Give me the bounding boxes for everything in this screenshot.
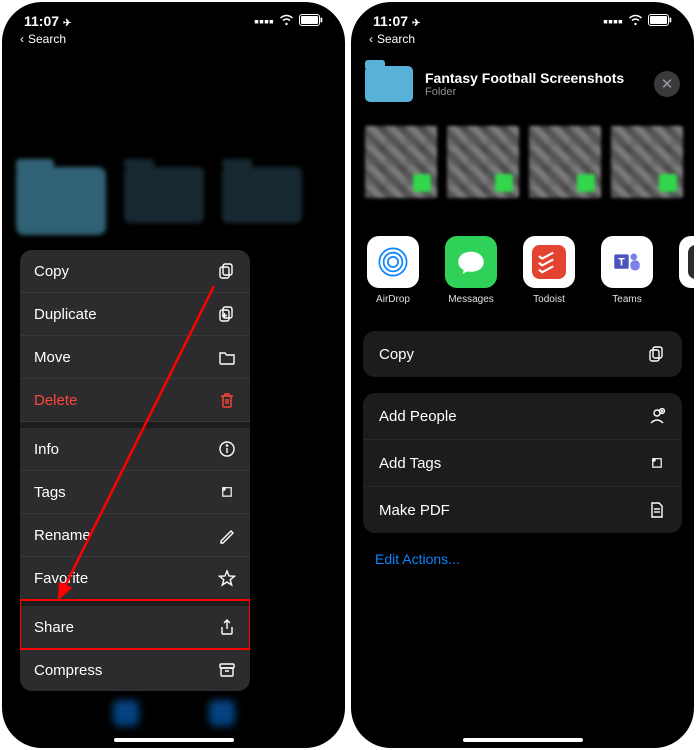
action-label: Add Tags xyxy=(379,455,441,472)
thumbnail[interactable] xyxy=(529,126,601,198)
more-icon xyxy=(679,236,694,288)
folder-icon xyxy=(124,167,204,223)
status-indicators: ▪▪▪▪ xyxy=(603,13,672,29)
signal-icon: ▪▪▪▪ xyxy=(603,13,623,29)
status-indicators: ▪▪▪▪ xyxy=(254,13,323,29)
folder-icon xyxy=(218,348,236,366)
status-time: 11:07 ✈︎ xyxy=(373,13,420,29)
ctx-favorite[interactable]: Favorite xyxy=(20,557,250,600)
ctx-label: Compress xyxy=(34,662,102,679)
ctx-label: Copy xyxy=(34,263,69,280)
wifi-icon xyxy=(628,13,643,29)
share-app-messages[interactable]: Messages xyxy=(443,236,499,305)
ctx-rename[interactable]: Rename xyxy=(20,514,250,557)
copy-icon xyxy=(218,262,236,280)
action-group-1: Copy xyxy=(363,331,682,377)
svg-text:T: T xyxy=(618,256,625,268)
addperson-icon xyxy=(648,407,666,425)
edit-actions-link[interactable]: Edit Actions... xyxy=(351,533,694,585)
teams-icon: T xyxy=(601,236,653,288)
messages-icon xyxy=(445,236,497,288)
folder-icon xyxy=(16,167,106,235)
thumbnail[interactable] xyxy=(611,126,683,198)
status-bar: 11:07 ✈︎ ▪▪▪▪ xyxy=(2,2,345,32)
ctx-info[interactable]: Info xyxy=(20,422,250,471)
copy-icon xyxy=(648,345,666,363)
folder-icon xyxy=(365,66,413,102)
ctx-label: Move xyxy=(34,349,71,366)
close-button[interactable]: ✕ xyxy=(654,71,680,97)
pencil-icon xyxy=(218,526,236,544)
thumbnail[interactable] xyxy=(365,126,437,198)
action-label: Copy xyxy=(379,346,414,363)
action-addpeople[interactable]: Add People xyxy=(363,393,682,440)
chevron-left-icon: ‹ xyxy=(20,32,24,46)
tag-icon xyxy=(648,454,666,472)
share-app-airdrop[interactable]: AirDrop xyxy=(365,236,421,305)
folder-icon xyxy=(222,167,302,223)
home-indicator xyxy=(463,738,583,742)
phone-right: 11:07 ✈︎ ▪▪▪▪ ‹Search Fantasy Football S… xyxy=(351,2,694,748)
ctx-label: Info xyxy=(34,441,59,458)
ctx-label: Tags xyxy=(34,484,66,501)
action-label: Make PDF xyxy=(379,502,450,519)
app-label: Messages xyxy=(448,294,494,305)
chevron-left-icon: ‹ xyxy=(369,32,373,46)
app-label: Teams xyxy=(612,294,641,305)
share-icon xyxy=(218,618,236,636)
app-label: Todoist xyxy=(533,294,565,305)
thumbnail-row xyxy=(351,102,694,212)
ctx-tags[interactable]: Tags xyxy=(20,471,250,514)
star-icon xyxy=(218,569,236,587)
status-time: 11:07 ✈︎ xyxy=(24,13,71,29)
share-folder-name: Fantasy Football Screenshots xyxy=(425,70,642,86)
ctx-delete[interactable]: Delete xyxy=(20,379,250,422)
todoist-icon xyxy=(523,236,575,288)
ctx-share[interactable]: Share xyxy=(20,600,250,649)
home-indicator xyxy=(114,738,234,742)
ctx-compress[interactable]: Compress xyxy=(20,649,250,691)
share-folder-type: Folder xyxy=(425,86,642,98)
ctx-label: Share xyxy=(34,619,74,636)
airdrop-icon xyxy=(367,236,419,288)
archive-icon xyxy=(218,661,236,679)
share-apps-row: AirDrop Messages Todoist T Teams Me xyxy=(351,212,694,315)
back-search[interactable]: ‹Search xyxy=(351,32,694,52)
app-label: AirDrop xyxy=(376,294,410,305)
share-sheet-header: Fantasy Football Screenshots Folder ✕ xyxy=(351,52,694,102)
signal-icon: ▪▪▪▪ xyxy=(254,13,274,29)
info-icon xyxy=(218,440,236,458)
ctx-label: Delete xyxy=(34,392,77,409)
trash-icon xyxy=(218,391,236,409)
ctx-duplicate[interactable]: Duplicate xyxy=(20,293,250,336)
wifi-icon xyxy=(279,13,294,29)
share-app-more[interactable]: Me xyxy=(677,236,694,305)
phone-left: 11:07 ✈︎ ▪▪▪▪ ‹Search ⠀⠀⠀ CopyDuplicateM… xyxy=(2,2,345,748)
tag-icon xyxy=(218,483,236,501)
status-bar: 11:07 ✈︎ ▪▪▪▪ xyxy=(351,2,694,32)
document-icon xyxy=(648,501,666,519)
battery-icon xyxy=(648,13,672,29)
action-group-2: Add People Add Tags Make PDF xyxy=(363,393,682,533)
ctx-copy[interactable]: Copy xyxy=(20,250,250,293)
duplicate-icon xyxy=(218,305,236,323)
action-makepdf[interactable]: Make PDF xyxy=(363,487,682,533)
share-app-todoist[interactable]: Todoist xyxy=(521,236,577,305)
thumbnail[interactable] xyxy=(447,126,519,198)
back-search[interactable]: ‹Search xyxy=(2,32,345,52)
context-menu: Copy Duplicate Move Delete Info Tags Rename Fav… xyxy=(20,250,250,691)
ctx-move[interactable]: Move xyxy=(20,336,250,379)
dock-blur xyxy=(113,700,235,726)
action-addtags[interactable]: Add Tags xyxy=(363,440,682,487)
share-app-teams[interactable]: T Teams xyxy=(599,236,655,305)
ctx-label: Duplicate xyxy=(34,306,97,323)
ctx-label: Favorite xyxy=(34,570,88,587)
action-label: Add People xyxy=(379,408,457,425)
battery-icon xyxy=(299,13,323,29)
action-copy[interactable]: Copy xyxy=(363,331,682,377)
close-icon: ✕ xyxy=(661,75,674,93)
ctx-label: Rename xyxy=(34,527,91,544)
